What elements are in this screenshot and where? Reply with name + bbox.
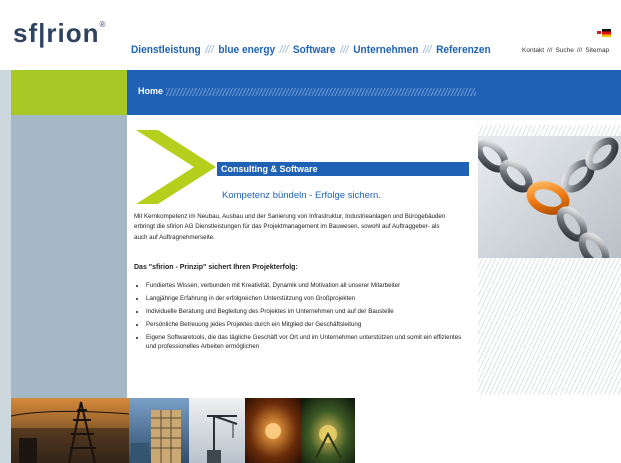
photo-building [129,398,189,463]
header: sf|rion® Dienstleistung /// blue energy ///… [0,0,621,70]
nav-software[interactable]: Software [293,44,336,56]
meta-navigation: Kontakt///Suche///Sitemap [522,47,609,54]
german-flag-icon[interactable] [602,29,611,37]
active-language-marker-icon [597,31,601,34]
photo-strip [11,398,355,463]
list-item: Fundiertes Wissen, verbunden mit Kreativ… [146,281,466,290]
nav-separator: /// [423,44,432,56]
nav-separator: /// [279,44,289,56]
list-item: Individuelle Beratung und Begleitung des… [146,307,466,316]
photo-plant [301,398,355,463]
breadcrumb-home[interactable]: Home [138,86,163,96]
meta-sitemap[interactable]: Sitemap [585,47,609,54]
nav-blue-energy[interactable]: blue energy [218,44,275,56]
nav-unternehmen[interactable]: Unternehmen [353,44,418,56]
nav-referenzen[interactable]: Referenzen [436,44,491,56]
breadcrumb-hatch-pattern [166,88,476,96]
principle-heading: Das "sfirion - Prinzip" sichert Ihren Pr… [134,264,298,271]
left-sidebar [11,115,127,398]
main-navigation: Dienstleistung /// blue energy /// Software /… [131,44,491,56]
section-title: Consulting & Software [217,162,469,176]
photo-crane [189,398,245,463]
list-item: Eigene Softwaretools, die das tägliche G… [146,333,466,352]
accent-green-bar [11,70,127,115]
photo-light-tunnel [245,398,301,463]
logo[interactable]: sf|rion® [13,18,106,49]
meta-separator: /// [576,47,583,54]
logo-text: sf|rion [13,18,100,48]
meta-separator: /// [547,47,553,54]
intro-paragraph: Mit Kernkompetenz im Neubau, Ausbau und … [134,213,446,241]
list-item: Langjährige Erfahrung in der erfolgreich… [146,294,466,303]
language-flags [597,29,611,37]
list-item: Persönliche Betreuung jedes Projektes du… [146,320,466,329]
nav-separator: /// [340,44,349,56]
green-chevron-graphic [136,130,216,204]
tagline: Kompetenz bündeln - Erfolge sichern. [222,190,381,201]
photo-power-pylon [11,398,130,463]
principle-list: Fundiertes Wissen, verbunden mit Kreativ… [134,281,466,355]
meta-suche[interactable]: Suche [555,47,573,54]
meta-kontakt[interactable]: Kontakt [522,47,544,54]
footer-background [355,398,621,463]
nav-dienstleistung[interactable]: Dienstleistung [131,44,201,56]
nav-separator: /// [205,44,214,56]
logo-registered: ® [99,20,107,29]
chain-image [478,136,621,258]
